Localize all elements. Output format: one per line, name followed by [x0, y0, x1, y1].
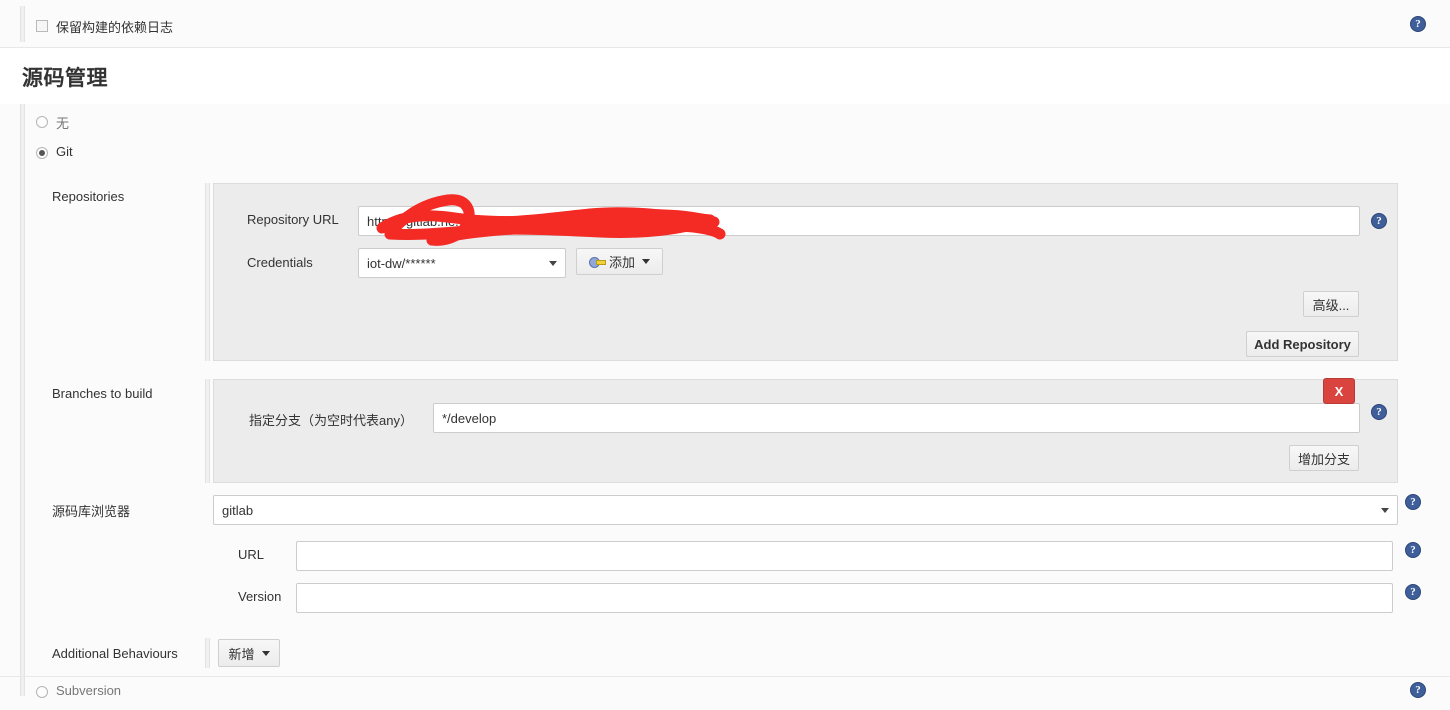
add-branch-button[interactable]: 增加分支 [1289, 445, 1359, 471]
repository-browser-value: gitlab [222, 502, 254, 518]
browser-version-input[interactable] [296, 583, 1393, 613]
chevron-down-icon [642, 259, 651, 264]
repository-advanced-button[interactable]: 高级... [1303, 291, 1359, 317]
scm-radio-subversion-label: Subversion [56, 683, 122, 698]
repository-browser-label: 源码库浏览器 [52, 504, 131, 519]
help-icon[interactable]: ? [1371, 213, 1387, 229]
scm-radio-git[interactable] [36, 145, 48, 160]
scm-radio-git-label: Git [56, 144, 73, 159]
browser-url-label: URL [238, 547, 265, 562]
help-icon[interactable]: ? [1405, 494, 1421, 510]
chevron-down-icon [549, 261, 557, 266]
keep-dependency-label: 保留构建的依赖日志 [56, 20, 174, 35]
additional-behaviours-label: Additional Behaviours [52, 646, 178, 661]
delete-branch-button[interactable]: X [1323, 378, 1355, 404]
repositories-label: Repositories [52, 189, 125, 204]
repository-url-label: Repository URL [247, 212, 339, 227]
keep-dependency-log-row: 保留构建的依赖日志 ? [0, 0, 1450, 48]
additional-behaviours-divider [205, 638, 210, 668]
repository-url-value: https://gitlab.he...it.c.....n/df......-… [367, 213, 664, 229]
add-repository-button[interactable]: Add Repository [1246, 331, 1359, 357]
checkbox-box[interactable] [36, 20, 48, 32]
keep-dependency-checkbox[interactable] [36, 18, 48, 33]
jenkins-job-config-page: 保留构建的依赖日志 ? 源码管理 无 Git Repositories Repo… [0, 0, 1450, 710]
help-icon[interactable]: ? [1371, 404, 1387, 420]
credentials-label: Credentials [247, 255, 313, 270]
page-title: 源码管理 [22, 67, 108, 90]
branch-spec-value: */develop [442, 410, 497, 426]
chevron-down-icon [261, 650, 270, 656]
scm-radio-none-label: 无 [56, 116, 70, 131]
chevron-down-icon [1381, 508, 1389, 513]
credentials-value: iot-dw/****** [367, 255, 436, 271]
section-divider [0, 676, 1450, 677]
help-icon[interactable]: ? [1405, 584, 1421, 600]
branch-spec-label: 指定分支（为空时代表any） [249, 413, 413, 428]
radio-circle[interactable] [36, 686, 48, 698]
add-behaviour-label: 新增 [228, 646, 255, 662]
branches-to-build-label: Branches to build [52, 386, 153, 401]
branch-spec-input[interactable]: */develop [433, 403, 1360, 433]
help-icon[interactable]: ? [1410, 682, 1426, 698]
help-icon[interactable]: ? [1410, 16, 1426, 32]
credentials-select[interactable]: iot-dw/****** [358, 248, 566, 278]
browser-version-label: Version [238, 589, 282, 604]
scm-radio-subversion[interactable] [36, 684, 48, 699]
help-icon[interactable]: ? [1405, 542, 1421, 558]
branches-divider [205, 379, 210, 483]
scm-indent-bar [20, 104, 25, 696]
add-credentials-button[interactable]: 添加 [576, 248, 664, 275]
scm-radio-none[interactable] [36, 114, 48, 129]
repositories-divider [205, 183, 210, 361]
add-behaviour-button[interactable]: 新增 [218, 639, 280, 667]
left-indent-bar [20, 6, 25, 42]
add-credentials-label: 添加 [609, 255, 636, 270]
radio-circle[interactable] [36, 116, 48, 128]
radio-circle[interactable] [36, 147, 48, 159]
key-icon [589, 256, 606, 268]
repository-url-input[interactable]: https://gitlab.he...it.c.....n/df......-… [358, 206, 1360, 236]
repository-browser-select[interactable]: gitlab [213, 495, 1398, 525]
browser-url-input[interactable] [296, 541, 1393, 571]
